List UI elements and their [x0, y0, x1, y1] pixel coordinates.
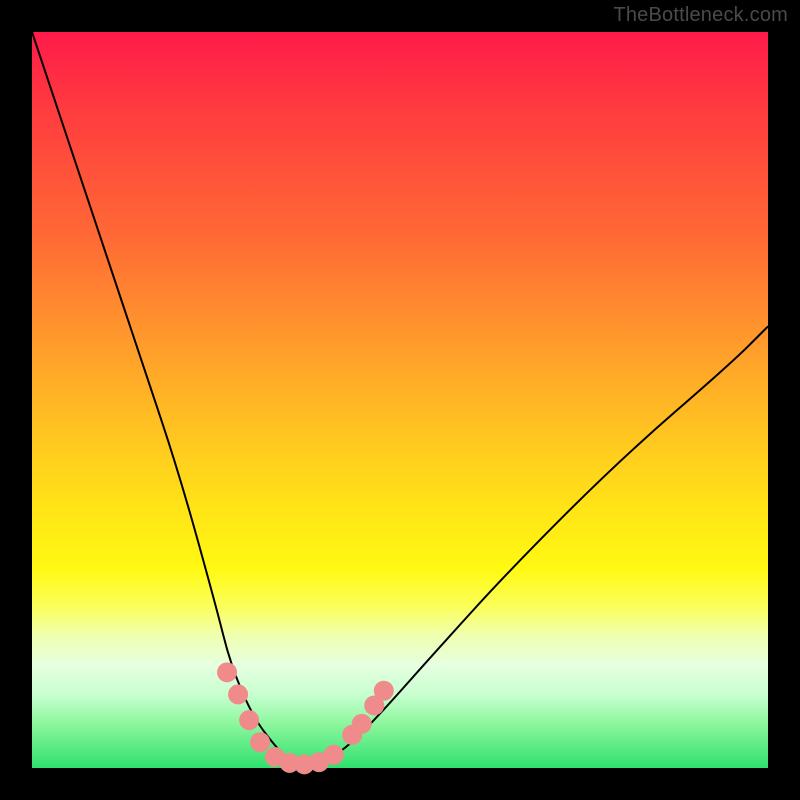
- highlight-marker: [239, 710, 259, 730]
- attribution-text: TheBottleneck.com: [613, 4, 788, 27]
- salmon-markers: [217, 662, 394, 774]
- highlight-marker: [217, 662, 237, 682]
- highlight-marker: [374, 681, 394, 701]
- plot-area: [32, 32, 768, 768]
- highlight-marker: [228, 684, 248, 704]
- chart-frame: TheBottleneck.com: [0, 0, 800, 800]
- highlight-marker: [324, 745, 344, 765]
- bottleneck-curve: [32, 32, 768, 763]
- curve-layer: [32, 32, 768, 768]
- highlight-marker: [352, 714, 372, 734]
- highlight-marker: [250, 732, 270, 752]
